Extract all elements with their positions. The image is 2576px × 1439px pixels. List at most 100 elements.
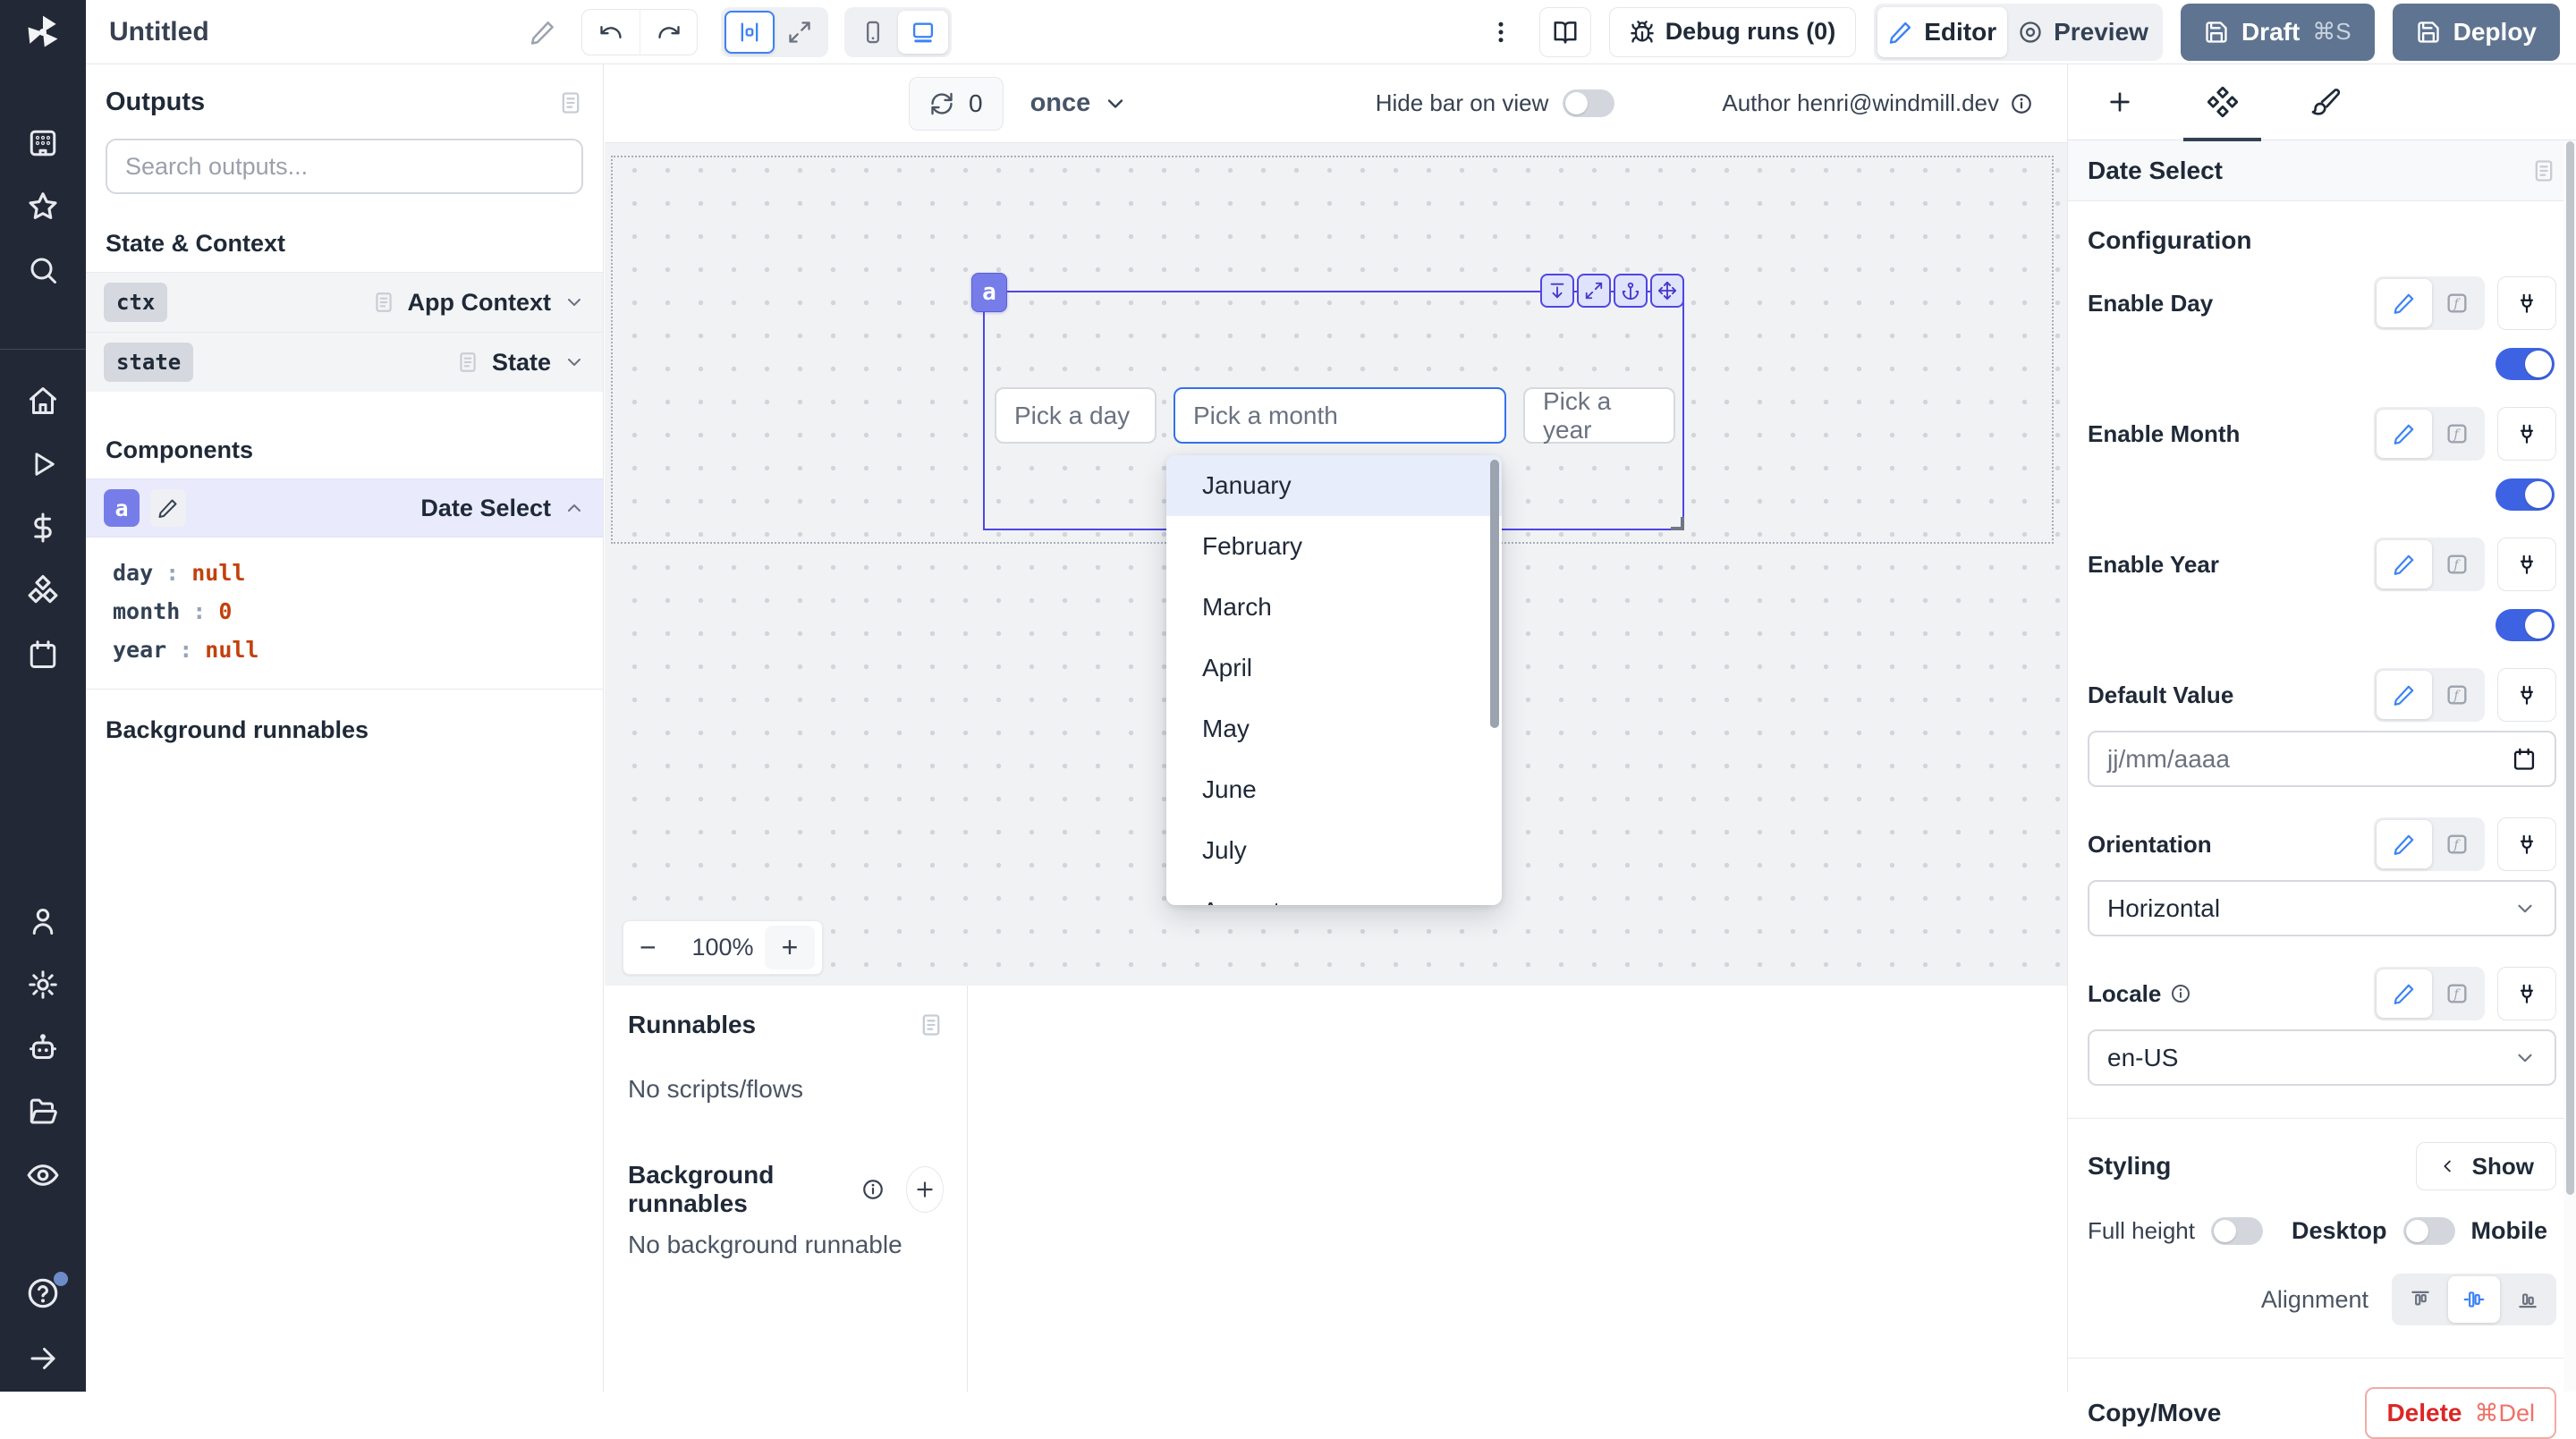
static-mode-pencil-icon[interactable]	[2377, 671, 2432, 719]
date-picker-calendar-icon[interactable]	[2512, 747, 2537, 772]
apps-grid-icon[interactable]	[0, 111, 86, 174]
connect-plug-button[interactable]	[2497, 817, 2556, 871]
default-value-date-input[interactable]: jj/mm/aaaa	[2088, 731, 2556, 787]
settings-gear-icon[interactable]	[0, 952, 86, 1016]
debug-runs-button[interactable]: Debug runs (0)	[1609, 7, 1857, 57]
enable-month-toggle[interactable]	[2496, 478, 2555, 511]
output-year[interactable]: year : null	[113, 631, 603, 669]
orientation-select[interactable]: Horizontal	[2088, 880, 2556, 936]
component-id-badge[interactable]: a	[971, 273, 1007, 312]
runs-play-icon[interactable]	[0, 432, 86, 495]
frequency-dropdown[interactable]: once	[1030, 89, 1129, 118]
docs-book-button[interactable]	[1539, 7, 1591, 57]
component-chevron-up-icon[interactable]	[564, 497, 585, 519]
schedules-calendar-icon[interactable]	[0, 622, 86, 686]
connect-plug-button[interactable]	[2497, 538, 2556, 591]
anchor-handle[interactable]	[1614, 274, 1648, 308]
draft-button[interactable]: Draft ⌘S	[2181, 4, 2375, 61]
static-mode-pencil-icon[interactable]	[2377, 410, 2432, 458]
user-icon[interactable]	[0, 889, 86, 952]
static-mode-pencil-icon[interactable]	[2377, 969, 2432, 1018]
full-height-toggle[interactable]	[2211, 1217, 2263, 1245]
redo-button[interactable]	[640, 10, 697, 55]
state-chevron-down-icon[interactable]	[564, 351, 585, 373]
folders-icon[interactable]	[0, 1079, 86, 1143]
month-select-input[interactable]: Pick a month	[1174, 387, 1506, 444]
component-list-item[interactable]: a Date Select	[86, 478, 603, 538]
ctx-row[interactable]: ctx App Context	[86, 272, 603, 332]
dropdown-scrollbar[interactable]	[1490, 460, 1499, 728]
month-option[interactable]: June	[1166, 759, 1502, 820]
fullscreen-layout-button[interactable]	[775, 11, 825, 54]
month-option[interactable]: July	[1166, 820, 1502, 881]
outputs-doc-icon[interactable]	[558, 90, 583, 115]
windmill-logo[interactable]	[0, 0, 86, 64]
align-center-button[interactable]	[2448, 1276, 2500, 1323]
preview-tab[interactable]: Preview	[2007, 7, 2159, 57]
month-option[interactable]: March	[1166, 577, 1502, 638]
locale-select[interactable]: en-US	[2088, 1029, 2556, 1086]
component-settings-tab[interactable]	[2171, 64, 2274, 140]
refresh-count-group[interactable]: 0	[909, 77, 1004, 131]
help-icon[interactable]	[0, 1261, 86, 1325]
add-background-runnable-button[interactable]	[906, 1166, 944, 1213]
static-mode-pencil-icon[interactable]	[2377, 820, 2432, 868]
runnables-doc-icon[interactable]	[919, 1012, 944, 1037]
editor-tab[interactable]: Editor	[1877, 7, 2007, 57]
delete-component-button[interactable]: Delete ⌘Del	[2365, 1387, 2556, 1439]
year-select-input[interactable]: Pick a year	[1523, 387, 1675, 444]
undo-button[interactable]	[582, 10, 640, 55]
resources-boxes-icon[interactable]	[0, 559, 86, 622]
state-row[interactable]: state State	[86, 332, 603, 392]
right-panel-scrollbar[interactable]	[2563, 141, 2576, 1392]
scrollbar-thumb[interactable]	[2566, 141, 2574, 1195]
month-option[interactable]: February	[1166, 516, 1502, 577]
eval-mode-fx-icon[interactable]: f	[2432, 820, 2482, 868]
rename-component-pencil-icon[interactable]	[150, 489, 186, 527]
ctx-chevron-down-icon[interactable]	[564, 292, 585, 313]
fullsize-handle[interactable]	[1577, 274, 1611, 308]
author-info-icon[interactable]	[2010, 92, 2033, 115]
kebab-menu-icon[interactable]	[1480, 19, 1521, 46]
month-option[interactable]: May	[1166, 698, 1502, 759]
static-mode-pencil-icon[interactable]	[2377, 540, 2432, 588]
static-mode-pencil-icon[interactable]	[2377, 279, 2432, 327]
expand-down-handle[interactable]	[1540, 274, 1574, 308]
eval-mode-fx-icon[interactable]: f	[2432, 279, 2482, 327]
zoom-in-button[interactable]: +	[765, 926, 815, 969]
component-doc-icon[interactable]	[2531, 158, 2556, 183]
align-top-button[interactable]	[2394, 1276, 2446, 1323]
month-option[interactable]: April	[1166, 638, 1502, 698]
styling-tab[interactable]	[2274, 64, 2377, 140]
insert-component-tab[interactable]	[2068, 64, 2171, 140]
desktop-view-button[interactable]	[898, 11, 948, 54]
workers-robot-icon[interactable]	[0, 1016, 86, 1079]
hide-bar-toggle[interactable]	[1563, 89, 1614, 117]
show-styling-button[interactable]: Show	[2416, 1142, 2556, 1190]
eval-mode-fx-icon[interactable]: f	[2432, 671, 2482, 719]
month-option[interactable]: August	[1166, 881, 1502, 905]
align-bottom-button[interactable]	[2502, 1276, 2554, 1323]
app-canvas[interactable]: a Pick a day Pick a month Pick a year Ja…	[605, 143, 2067, 986]
zoom-out-button[interactable]: −	[640, 931, 681, 964]
background-info-icon[interactable]	[861, 1178, 885, 1201]
eval-mode-fx-icon[interactable]: f	[2432, 410, 2482, 458]
connect-plug-button[interactable]	[2497, 276, 2556, 330]
search-icon[interactable]	[0, 238, 86, 301]
variables-dollar-icon[interactable]	[0, 495, 86, 559]
month-option[interactable]: January	[1166, 455, 1502, 516]
enable-year-toggle[interactable]	[2496, 609, 2555, 641]
day-select-input[interactable]: Pick a day	[995, 387, 1157, 444]
desktop-toggle[interactable]	[2403, 1217, 2455, 1245]
eval-mode-fx-icon[interactable]: f	[2432, 969, 2482, 1018]
output-day[interactable]: day : null	[113, 554, 603, 592]
output-month[interactable]: month : 0	[113, 592, 603, 631]
connect-plug-button[interactable]	[2497, 668, 2556, 722]
resize-corner-handle[interactable]	[1671, 517, 1684, 530]
connect-plug-button[interactable]	[2497, 967, 2556, 1020]
eval-mode-fx-icon[interactable]: f	[2432, 540, 2482, 588]
connect-plug-button[interactable]	[2497, 407, 2556, 461]
mobile-view-button[interactable]	[848, 11, 898, 54]
edit-title-pencil-icon[interactable]	[530, 19, 556, 46]
enable-day-toggle[interactable]	[2496, 348, 2555, 380]
